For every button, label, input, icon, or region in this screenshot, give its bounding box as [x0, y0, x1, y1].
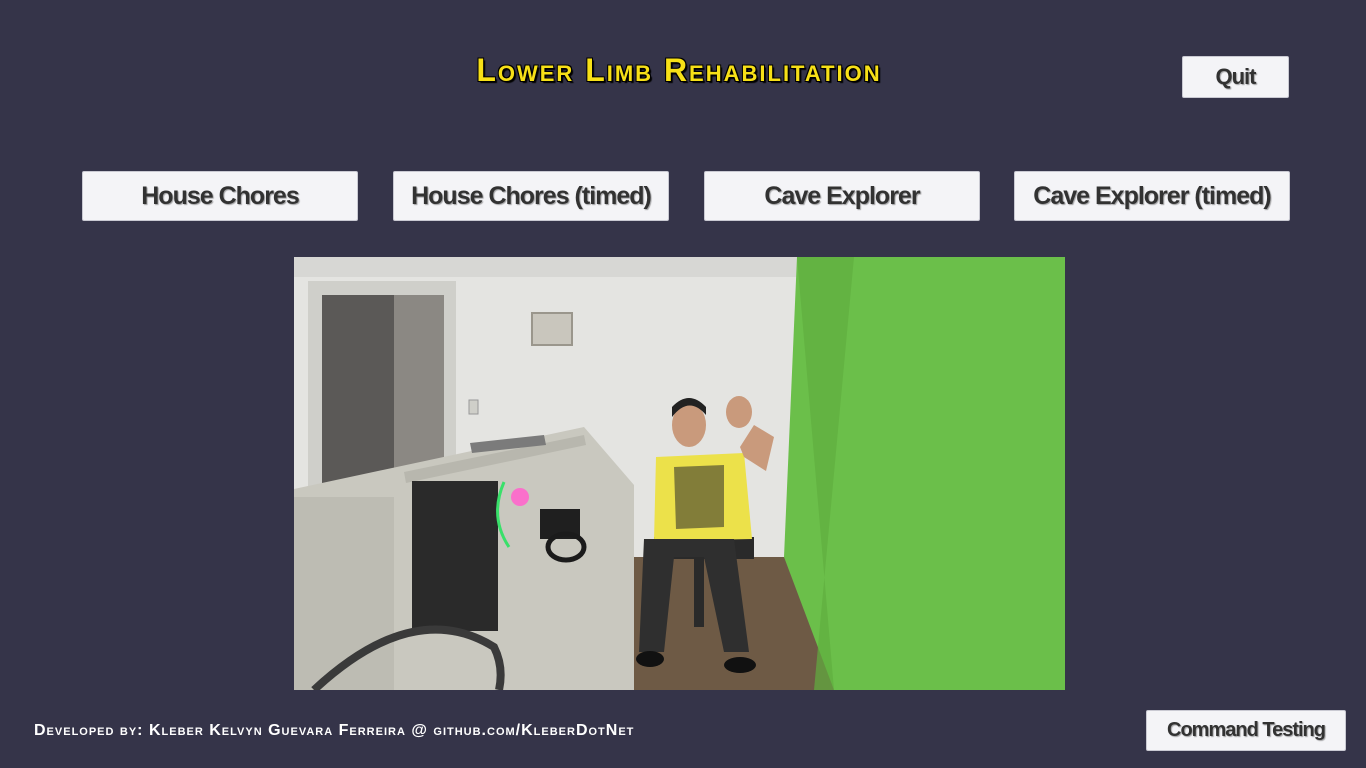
camera-feed-image: [294, 257, 1065, 690]
developer-credits: Developed by: Kleber Kelvyn Guevara Ferr…: [34, 722, 635, 739]
cave-explorer-button[interactable]: Cave Explorer: [704, 171, 980, 221]
house-chores-timed-button[interactable]: House Chores (timed): [393, 171, 669, 221]
cave-explorer-timed-button[interactable]: Cave Explorer (timed): [1014, 171, 1290, 221]
main-menu-screen: Lower Limb Rehabilitation Quit House Cho…: [0, 0, 1366, 768]
camera-feed: [294, 257, 1065, 690]
house-chores-button[interactable]: House Chores: [82, 171, 358, 221]
command-testing-button[interactable]: Command Testing: [1146, 710, 1346, 751]
quit-button[interactable]: Quit: [1182, 56, 1289, 98]
page-title: Lower Limb Rehabilitation: [476, 52, 882, 88]
